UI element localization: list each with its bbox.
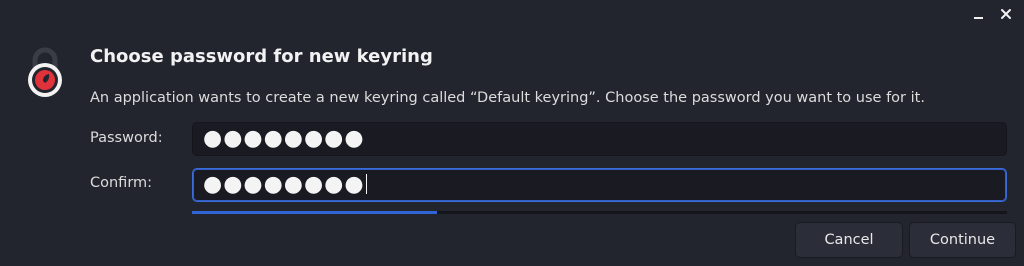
minimize-button[interactable] bbox=[970, 6, 986, 22]
close-icon bbox=[1001, 9, 1011, 19]
cancel-button[interactable]: Cancel bbox=[795, 222, 903, 258]
close-button[interactable] bbox=[998, 6, 1014, 22]
password-strength-bar bbox=[192, 211, 1007, 214]
password-value: ●●●●●●●● bbox=[203, 126, 365, 151]
keyring-password-dialog: Choose password for new keyring An appli… bbox=[0, 0, 1024, 266]
dialog-title: Choose password for new keyring bbox=[90, 46, 433, 67]
minimize-icon bbox=[973, 17, 983, 19]
password-label: Password: bbox=[90, 130, 163, 146]
confirm-field[interactable]: ●●●●●●●● bbox=[192, 168, 1007, 202]
password-strength-fill bbox=[192, 211, 437, 214]
text-caret bbox=[365, 174, 367, 194]
password-field[interactable]: ●●●●●●●● bbox=[192, 122, 1007, 156]
window-controls bbox=[970, 6, 1014, 22]
dialog-message: An application wants to create a new key… bbox=[90, 90, 925, 106]
continue-button[interactable]: Continue bbox=[909, 222, 1016, 258]
confirm-label: Confirm: bbox=[90, 175, 153, 191]
confirm-value: ●●●●●●●● bbox=[203, 172, 365, 197]
lock-icon bbox=[28, 47, 62, 97]
